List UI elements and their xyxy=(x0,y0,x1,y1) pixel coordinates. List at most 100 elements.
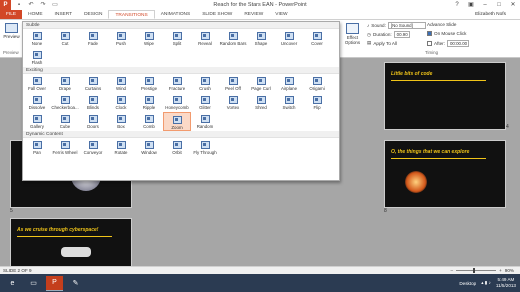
transition-airplane[interactable]: Airplane xyxy=(275,74,303,93)
transition-random[interactable]: Random xyxy=(191,112,219,131)
tab-design[interactable]: DESIGN xyxy=(78,10,108,19)
effect-options-icon xyxy=(346,23,359,34)
close-icon[interactable]: ✕ xyxy=(506,0,520,10)
transition-prestige[interactable]: Prestige xyxy=(135,74,163,93)
transition-box[interactable]: Box xyxy=(107,112,135,131)
zoom-slider-knob[interactable] xyxy=(473,268,476,273)
tab-review[interactable]: REVIEW xyxy=(238,10,269,19)
after-checkbox[interactable] xyxy=(427,41,432,46)
zoom-out-icon[interactable]: – xyxy=(451,268,454,273)
redo-icon[interactable]: ↷ xyxy=(39,1,47,9)
transition-random-bars[interactable]: Random Bars xyxy=(219,29,247,48)
transition-wind[interactable]: Wind xyxy=(107,74,135,93)
after-input[interactable]: 00:00.00 xyxy=(446,40,469,47)
help-icon[interactable]: ? xyxy=(450,0,464,10)
transition-zoom[interactable]: Zoom xyxy=(163,112,191,131)
transition-window[interactable]: Window xyxy=(135,138,163,157)
transition-wipe[interactable]: Wipe xyxy=(135,29,163,48)
tab-transitions[interactable]: TRANSITIONS xyxy=(108,10,155,19)
transition-flash[interactable]: Flash xyxy=(23,48,51,67)
transition-split[interactable]: Split xyxy=(163,29,191,48)
transition-label: Switch xyxy=(282,105,296,110)
tab-file[interactable]: FILE xyxy=(0,10,23,19)
transition-reveal[interactable]: Reveal xyxy=(191,29,219,48)
transition-fall-over[interactable]: Fall Over xyxy=(23,74,51,93)
tray-icons[interactable]: ▴ ▮ ♪ xyxy=(481,280,491,286)
transition-checkerboa[interactable]: Checkerboa... xyxy=(51,93,79,112)
transition-icon xyxy=(32,96,42,104)
maximize-icon[interactable]: □ xyxy=(492,0,506,10)
slide-thumbnail[interactable]: Little bits of code xyxy=(384,62,506,130)
slide-thumbnail[interactable]: O, the things that we can explore xyxy=(384,140,506,208)
zoom-level[interactable]: 90% xyxy=(505,268,514,273)
on-mouse-click-checkbox[interactable] xyxy=(427,31,432,36)
transition-label: Reveal xyxy=(198,41,212,46)
apply-to-all-button[interactable]: Apply To All xyxy=(373,41,397,46)
transition-flip[interactable]: Flip xyxy=(303,93,331,112)
transition-label: Doors xyxy=(87,124,99,129)
transition-cover[interactable]: Cover xyxy=(303,29,331,48)
file-explorer-icon[interactable]: ▭ xyxy=(25,276,42,291)
transition-drape[interactable]: Drape xyxy=(51,74,79,93)
duration-input[interactable]: 00.90 xyxy=(393,31,410,38)
transition-blinds[interactable]: Blinds xyxy=(79,93,107,112)
tab-home[interactable]: HOME xyxy=(22,10,48,19)
transition-comb[interactable]: Comb xyxy=(135,112,163,131)
minimize-icon[interactable]: – xyxy=(478,0,492,10)
zoom-in-icon[interactable]: + xyxy=(499,268,502,273)
paint-icon[interactable]: ✎ xyxy=(67,276,84,291)
transition-clock[interactable]: Clock xyxy=(107,93,135,112)
transition-vortex[interactable]: Vortex xyxy=(219,93,247,112)
tab-slide-show[interactable]: SLIDE SHOW xyxy=(196,10,238,19)
transition-orbit[interactable]: Orbit xyxy=(163,138,191,157)
preview-button[interactable]: Preview xyxy=(1,21,22,47)
ie-icon[interactable]: e xyxy=(4,276,21,291)
transition-cut[interactable]: Cut xyxy=(51,29,79,48)
sun-image xyxy=(405,171,427,193)
transition-ripple[interactable]: Ripple xyxy=(135,93,163,112)
transition-shape[interactable]: Shape xyxy=(247,29,275,48)
transition-fly-through[interactable]: Fly Through xyxy=(191,138,219,157)
transition-label: Fracture xyxy=(168,86,186,91)
transition-switch[interactable]: Switch xyxy=(275,93,303,112)
effect-options-button[interactable]: Effect Options xyxy=(342,21,363,48)
powerpoint-taskbar-icon[interactable]: P xyxy=(46,275,63,291)
dynamic-grid: Pan Ferris Wheel Conveyor Rotate Window Orbit… xyxy=(23,138,339,157)
transition-dissolve[interactable]: Dissolve xyxy=(23,93,51,112)
desktop-label[interactable]: Desktop xyxy=(459,281,476,286)
transition-origami[interactable]: Origami xyxy=(303,74,331,93)
transition-pan[interactable]: Pan xyxy=(23,138,51,157)
transition-page-curl[interactable]: Page Curl xyxy=(247,74,275,93)
transition-cube[interactable]: Cube xyxy=(51,112,79,131)
transition-none[interactable]: None xyxy=(23,29,51,48)
transition-shred[interactable]: Shred xyxy=(247,93,275,112)
sound-select[interactable]: [No Sound] xyxy=(387,22,426,29)
transition-conveyor[interactable]: Conveyor xyxy=(79,138,107,157)
transition-peel-off[interactable]: Peel Off xyxy=(219,74,247,93)
transition-push[interactable]: Push xyxy=(107,29,135,48)
transition-crush[interactable]: Crush xyxy=(191,74,219,93)
undo-icon[interactable]: ↶ xyxy=(27,1,35,9)
zoom-slider[interactable] xyxy=(456,268,497,273)
tab-view[interactable]: VIEW xyxy=(269,10,293,19)
transition-rotate[interactable]: Rotate xyxy=(107,138,135,157)
transition-glitter[interactable]: Glitter xyxy=(191,93,219,112)
start-from-beginning-icon[interactable]: ▭ xyxy=(51,1,59,9)
transition-doors[interactable]: Doors xyxy=(79,112,107,131)
transition-uncover[interactable]: Uncover xyxy=(275,29,303,48)
tab-animations[interactable]: ANIMATIONS xyxy=(155,10,197,19)
transition-fracture[interactable]: Fracture xyxy=(163,74,191,93)
transition-label: Flip xyxy=(313,105,321,110)
ribbon-display-icon[interactable]: ▣ xyxy=(464,0,478,10)
user-name[interactable]: Elizabeth Nofs xyxy=(475,10,520,19)
transition-label: Fade xyxy=(87,41,98,46)
tab-insert[interactable]: INSERT xyxy=(49,10,79,19)
save-icon[interactable]: ▪ xyxy=(15,1,23,9)
transition-label: Curtains xyxy=(84,86,102,91)
transition-ferris-wheel[interactable]: Ferris Wheel xyxy=(51,138,79,157)
transition-honeycomb[interactable]: Honeycomb xyxy=(163,93,191,112)
transition-gallery[interactable]: Gallery xyxy=(23,112,51,131)
transition-label: Shape xyxy=(254,41,268,46)
transition-fade[interactable]: Fade xyxy=(79,29,107,48)
transition-curtains[interactable]: Curtains xyxy=(79,74,107,93)
